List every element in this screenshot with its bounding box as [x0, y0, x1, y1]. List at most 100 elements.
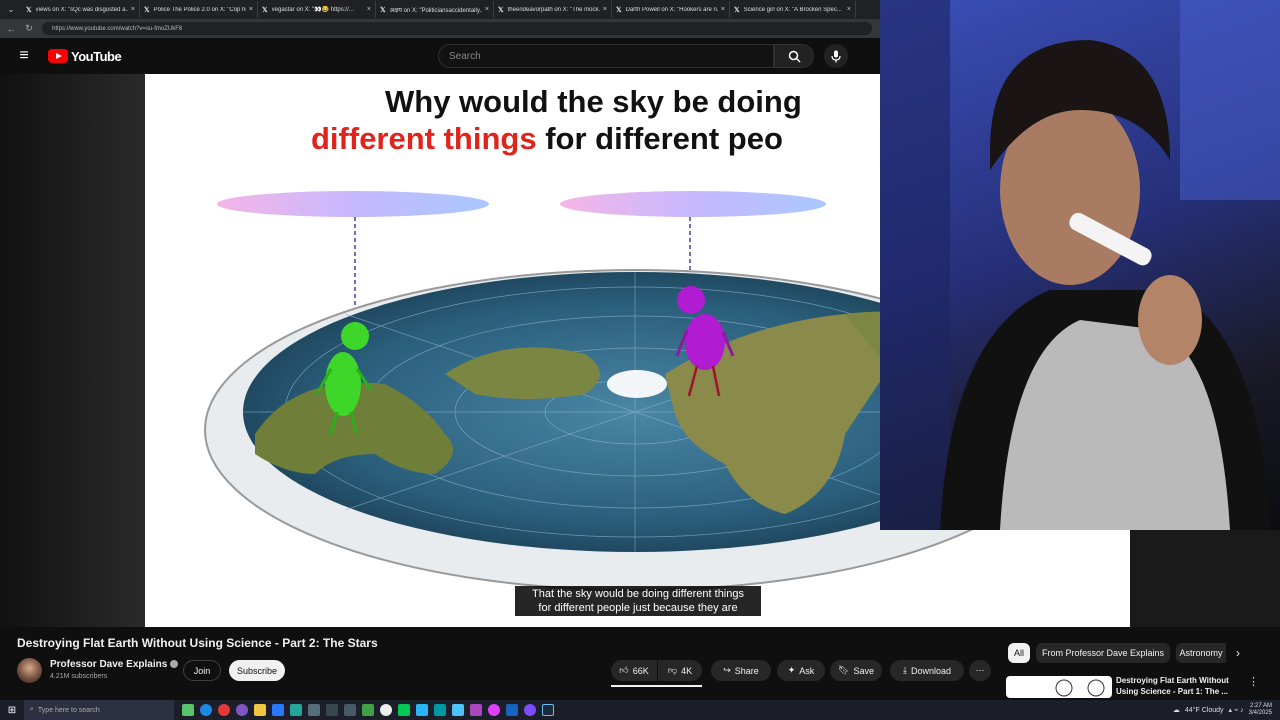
app-icon[interactable]: [416, 704, 428, 716]
search-icon: [788, 50, 801, 63]
recommended-thumbnail[interactable]: [1006, 676, 1112, 698]
thumbs-down-icon: 👎︎: [667, 665, 678, 675]
join-button[interactable]: Join: [183, 660, 221, 681]
voice-search-button[interactable]: [824, 44, 848, 68]
back-icon[interactable]: ←: [6, 24, 16, 34]
tab-close-icon[interactable]: ×: [721, 6, 725, 13]
share-button[interactable]: ↪ Share: [711, 660, 771, 681]
app-icon[interactable]: [272, 704, 284, 716]
youtube-play-icon: [48, 49, 68, 63]
app-icon[interactable]: [398, 704, 410, 716]
video-title: Destroying Flat Earth Without Using Scie…: [17, 636, 378, 650]
app-icon[interactable]: [362, 704, 374, 716]
like-bar-indicator: [611, 685, 702, 687]
x-logo-icon: 𝕏: [498, 6, 504, 14]
reload-icon[interactable]: ↻: [24, 23, 34, 34]
x-logo-icon: 𝕏: [734, 6, 740, 14]
clock[interactable]: 2:27 AM 3/4/2025: [1249, 703, 1272, 717]
x-logo-icon: 𝕏: [144, 6, 150, 14]
bookmark-icon: 🔖︎: [838, 665, 850, 675]
save-button[interactable]: 🔖︎ Save: [830, 660, 882, 681]
app-icon[interactable]: [524, 704, 536, 716]
subscribe-button[interactable]: Subscribe: [229, 660, 285, 681]
verified-icon: [170, 660, 179, 669]
browser-tab[interactable]: 𝕏 अक्षय on X: "Politiciansaccidentally...…: [376, 1, 494, 18]
app-icon[interactable]: [236, 704, 248, 716]
video-caption: That the sky would be doing different th…: [515, 586, 761, 616]
youtube-logo[interactable]: YouTube: [48, 48, 122, 64]
video-side-letterbox-right: [1130, 530, 1280, 627]
dislike-button[interactable]: 👎︎ 4K: [658, 660, 702, 681]
sky-cloud-right: [560, 191, 826, 217]
more-horizontal-icon: ⋯: [975, 665, 985, 675]
app-icon[interactable]: [200, 704, 212, 716]
app-icon[interactable]: [488, 704, 500, 716]
app-icon[interactable]: [308, 704, 320, 716]
more-actions-button[interactable]: ⋯: [969, 660, 991, 681]
browser-tab[interactable]: 𝕏vegastar on X: "👀😂 https://... ×: [258, 1, 376, 18]
app-icon[interactable]: [506, 704, 518, 716]
flat-earth-thumbnail-image: [1055, 679, 1105, 697]
app-icon[interactable]: [326, 704, 338, 716]
video-side-letterbox: [0, 74, 145, 627]
like-button[interactable]: 👍︎ 66K: [611, 660, 657, 681]
tray-icons[interactable]: ▴ ⌁ ♪: [1229, 706, 1244, 714]
youtube-logo-text: YouTube: [71, 48, 122, 64]
windows-start-icon[interactable]: ⊞: [0, 700, 24, 720]
more-vertical-icon[interactable]: ⋮: [1248, 675, 1259, 688]
chip-from-channel[interactable]: From Professor Dave Explains: [1036, 643, 1170, 663]
app-icon[interactable]: [434, 704, 446, 716]
recommended-title[interactable]: Destroying Flat Earth Without Using Scie…: [1116, 675, 1246, 697]
taskbar-search-input[interactable]: ⌕ Type here to search: [24, 700, 174, 720]
tab-close-icon[interactable]: ×: [367, 6, 371, 13]
x-logo-icon: 𝕏: [380, 6, 386, 14]
download-button[interactable]: ⤓ Download: [890, 660, 964, 681]
browser-tab-strip: ⌄ 𝕏views on X: "sQc was disgusted a... × …: [0, 0, 880, 19]
chip-astronomy[interactable]: Astronomy: [1176, 643, 1226, 663]
chrome-icon[interactable]: [218, 704, 230, 716]
chevron-right-icon[interactable]: ›: [1236, 646, 1240, 660]
browser-tab[interactable]: 𝕏 Darth Powell on X: "Hookers are n... ×: [612, 1, 730, 18]
app-icon[interactable]: [182, 704, 194, 716]
url-field[interactable]: https://www.youtube.com/watch?v=su-fmoZU…: [42, 22, 872, 35]
browser-tab[interactable]: 𝕏 Police The Police 2.0 on X: "Cop hi... ×: [140, 1, 258, 18]
x-logo-icon: 𝕏: [616, 6, 622, 14]
browser-tab[interactable]: 𝕏 Science girl on X: "A Brocken Spec... ×: [730, 1, 856, 18]
folder-icon[interactable]: [254, 704, 266, 716]
browser-tab[interactable]: 𝕏theendeavorpath on X: "The mock... ×: [494, 1, 612, 18]
app-icon[interactable]: [470, 704, 482, 716]
channel-avatar[interactable]: [17, 658, 42, 683]
tab-close-icon[interactable]: ×: [131, 6, 135, 13]
ask-button[interactable]: ✦ Ask: [777, 660, 825, 681]
taskbar-pinned-apps: [182, 704, 554, 716]
sky-cloud-left: [217, 191, 489, 217]
windows-taskbar: ⊞ ⌕ Type here to search ☁ 44°F Cloudy ▴ …: [0, 700, 1280, 720]
app-icon[interactable]: [290, 704, 302, 716]
channel-name[interactable]: Professor Dave Explains: [50, 659, 179, 670]
search-button[interactable]: [774, 44, 814, 68]
search-input[interactable]: Search: [438, 44, 774, 68]
menu-icon[interactable]: ≡: [0, 47, 48, 65]
streamer-webcam-image: [880, 0, 1280, 530]
app-icon[interactable]: [452, 704, 464, 716]
weather-text: 44°F Cloudy: [1184, 706, 1224, 714]
youtube-header: ≡ YouTube Search: [0, 38, 880, 74]
tab-close-icon[interactable]: ×: [249, 6, 253, 13]
tab-close-icon[interactable]: ×: [847, 6, 851, 13]
share-icon: ↪: [723, 665, 731, 675]
x-logo-icon: 𝕏: [262, 6, 268, 14]
tab-menu-icon[interactable]: ⌄: [0, 0, 22, 19]
download-icon: ⤓: [902, 665, 907, 675]
antarctic-center: [607, 370, 667, 398]
tab-close-icon[interactable]: ×: [485, 6, 489, 13]
app-icon[interactable]: [344, 704, 356, 716]
subscriber-count: 4.21M subscribers: [50, 673, 108, 680]
browser-tab[interactable]: 𝕏views on X: "sQc was disgusted a... ×: [22, 1, 140, 18]
microphone-icon: [831, 50, 841, 62]
steam-icon[interactable]: [542, 704, 554, 716]
chip-all[interactable]: All: [1008, 643, 1030, 663]
tab-close-icon[interactable]: ×: [603, 6, 607, 13]
system-tray: ☁ 44°F Cloudy ▴ ⌁ ♪ 2:27 AM 3/4/2025: [1173, 700, 1280, 720]
thumbs-up-icon: 👍︎: [619, 665, 629, 675]
app-icon[interactable]: [380, 704, 392, 716]
